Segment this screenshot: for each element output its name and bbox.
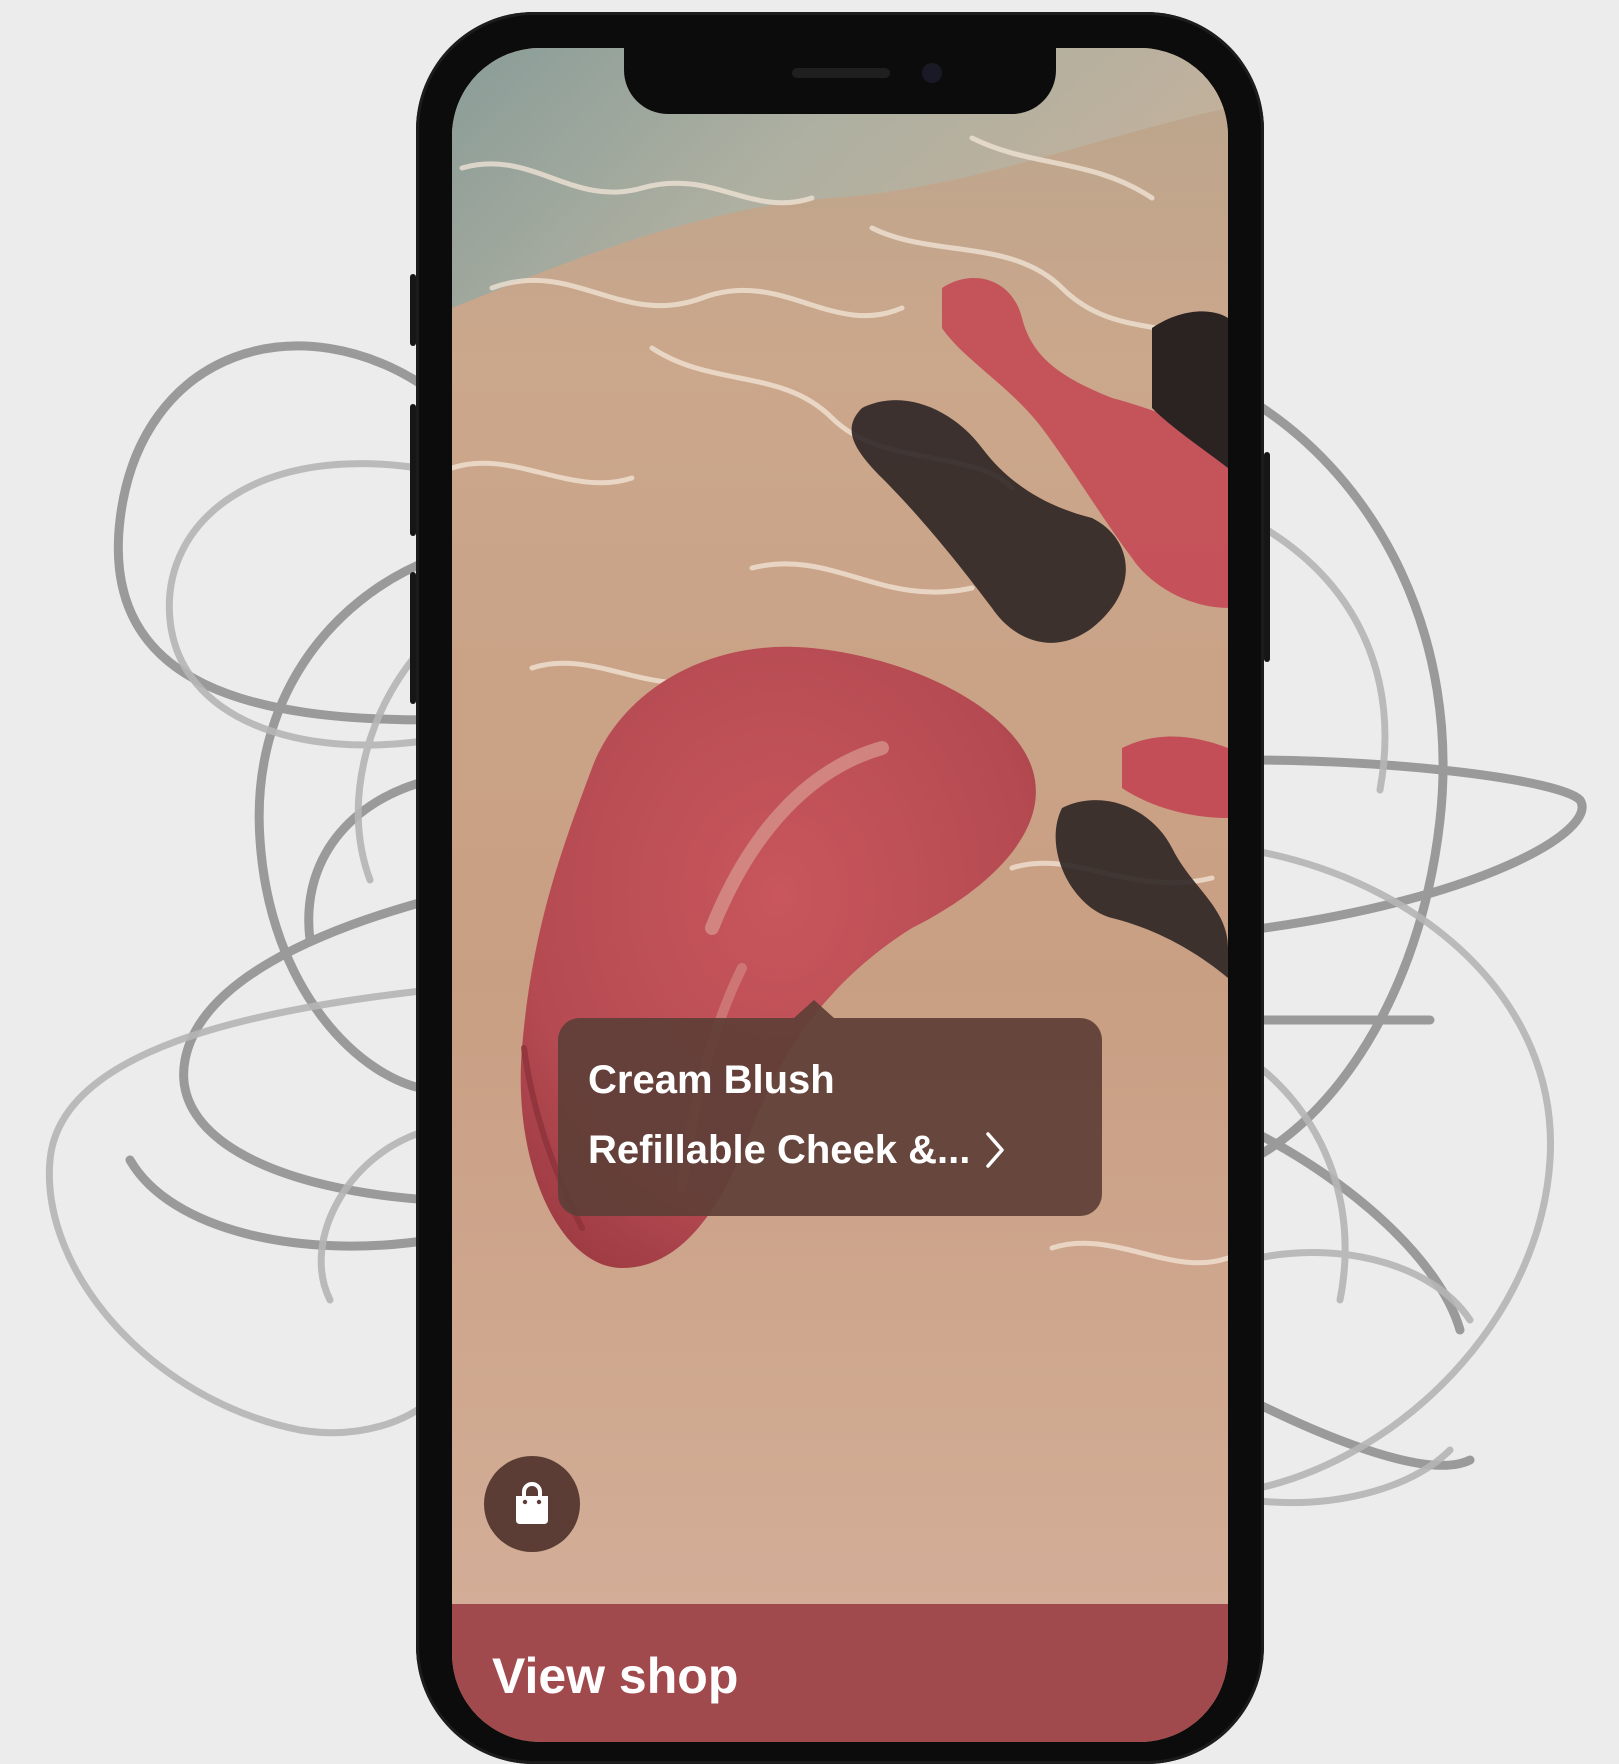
product-photo[interactable] [452, 48, 1228, 1604]
view-shop-bar[interactable]: View shop [452, 1604, 1228, 1742]
product-tag-subtitle-row: Refillable Cheek &... [588, 1126, 1072, 1174]
product-tag[interactable]: Cream Blush Refillable Cheek &... [558, 1000, 1102, 1216]
shop-tags-button[interactable] [484, 1456, 580, 1552]
mute-switch [410, 274, 416, 346]
speaker-grille [792, 68, 890, 78]
chevron-right-icon [986, 1132, 1005, 1168]
shopping-bag-icon [516, 1482, 548, 1524]
power-button [1264, 452, 1270, 662]
front-camera [922, 63, 942, 83]
view-shop-button[interactable]: View shop [492, 1646, 738, 1706]
canvas: Cream Blush Refillable Cheek &... View s… [0, 0, 1619, 1764]
volume-down-button [410, 572, 416, 704]
product-tag-title: Cream Blush [588, 1058, 835, 1102]
phone-screen: Cream Blush Refillable Cheek &... View s… [452, 48, 1228, 1742]
phone-frame: Cream Blush Refillable Cheek &... View s… [410, 12, 1270, 1764]
volume-up-button [410, 404, 416, 536]
product-tag-subtitle: Refillable Cheek &... [588, 1128, 971, 1172]
phone-notch [624, 48, 1056, 114]
